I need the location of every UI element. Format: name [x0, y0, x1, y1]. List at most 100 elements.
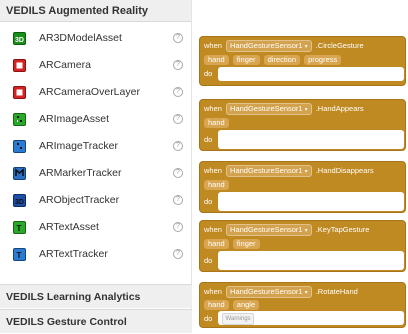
component-item-arcamera[interactable]: ARCamera ?	[0, 55, 192, 77]
event-name: .RotateHand	[315, 287, 358, 296]
warnings-indicator[interactable]: Warnings	[222, 313, 254, 325]
param-hand[interactable]: hand	[204, 55, 229, 65]
marker-tracker-icon	[13, 167, 26, 180]
component-list: 3D AR3DModelAsset ? ARCamera ? ARCameraO…	[0, 22, 191, 283]
sensor-name: HandGestureSensor1	[230, 41, 303, 50]
block-params: hand finger	[204, 237, 262, 250]
sensor-dropdown[interactable]: HandGestureSensor1 ▾	[226, 103, 312, 115]
text-asset-icon: T	[13, 221, 26, 234]
sensor-name: HandGestureSensor1	[230, 166, 303, 175]
help-icon[interactable]: ?	[173, 195, 183, 205]
dropdown-arrow-icon: ▾	[304, 107, 308, 113]
block-params: hand angle	[204, 298, 261, 311]
svg-text:T: T	[17, 224, 22, 233]
help-icon[interactable]: ?	[173, 222, 183, 232]
param-hand[interactable]: hand	[204, 180, 229, 190]
event-name: .HandDisappears	[315, 166, 374, 175]
when-keyword: when	[204, 166, 222, 175]
do-keyword: do	[204, 314, 213, 323]
do-keyword: do	[204, 69, 213, 78]
help-icon[interactable]: ?	[173, 87, 183, 97]
svg-text:T: T	[17, 251, 22, 260]
param-hand[interactable]: hand	[204, 118, 229, 128]
sensor-name: HandGestureSensor1	[230, 225, 303, 234]
event-block-key-tap-gesture[interactable]: when HandGestureSensor1 ▾ .KeyTapGesture …	[199, 220, 406, 272]
event-block-hand-disappears[interactable]: when HandGestureSensor1 ▾ .HandDisappears…	[199, 161, 406, 213]
param-hand[interactable]: hand	[204, 300, 229, 310]
svg-text:3D: 3D	[15, 37, 24, 44]
component-item-arimageasset[interactable]: ARImageAsset ?	[0, 109, 192, 131]
component-label: ARTextTracker	[39, 248, 108, 260]
event-name: .HandAppears	[315, 104, 364, 113]
image-asset-icon	[13, 113, 26, 126]
do-slot[interactable]	[218, 130, 404, 149]
param-finger[interactable]: finger	[232, 55, 260, 65]
dropdown-arrow-icon: ▾	[304, 290, 308, 296]
camera-icon	[13, 59, 26, 72]
param-hand[interactable]: hand	[204, 239, 229, 249]
component-label: AR3DModelAsset	[39, 32, 122, 44]
param-direction[interactable]: direction	[263, 55, 300, 65]
image-tracker-icon	[13, 140, 26, 153]
dropdown-arrow-icon: ▾	[304, 228, 308, 234]
param-angle[interactable]: angle	[232, 300, 260, 310]
component-label: ARTextAsset	[39, 221, 99, 233]
help-icon[interactable]: ?	[173, 249, 183, 259]
do-slot[interactable]	[218, 251, 404, 270]
component-item-arimagetracker[interactable]: ARImageTracker ?	[0, 136, 192, 158]
help-icon[interactable]: ?	[173, 60, 183, 70]
dropdown-arrow-icon: ▾	[304, 169, 308, 175]
text-tracker-icon: T	[13, 248, 26, 261]
3d-model-icon: 3D	[13, 32, 26, 45]
blocks-workspace[interactable]: when HandGestureSensor1 ▾ .CircleGesture …	[193, 0, 408, 333]
block-params: hand	[204, 116, 231, 129]
component-item-armarkertracker[interactable]: ARMarkerTracker ?	[0, 163, 192, 185]
svg-text:3D: 3D	[15, 199, 24, 206]
help-icon[interactable]: ?	[173, 168, 183, 178]
help-icon[interactable]: ?	[173, 33, 183, 43]
event-name: .CircleGesture	[315, 41, 364, 50]
sensor-dropdown[interactable]: HandGestureSensor1 ▾	[226, 40, 312, 52]
do-keyword: do	[204, 135, 213, 144]
help-icon[interactable]: ?	[173, 141, 183, 151]
event-block-hand-appears[interactable]: when HandGestureSensor1 ▾ .HandAppears ha…	[199, 99, 406, 151]
component-palette: VEDILS Augmented Reality 3D AR3DModelAss…	[0, 0, 192, 333]
do-slot[interactable]	[218, 67, 404, 81]
event-block-circle-gesture[interactable]: when HandGestureSensor1 ▾ .CircleGesture …	[199, 36, 406, 86]
when-keyword: when	[204, 287, 222, 296]
component-label: ARMarkerTracker	[39, 167, 122, 179]
sensor-name: HandGestureSensor1	[230, 104, 303, 113]
param-progress[interactable]: progress	[304, 55, 342, 65]
dropdown-arrow-icon: ▾	[304, 44, 308, 50]
component-label: ARCamera	[39, 59, 91, 71]
block-header: when HandGestureSensor1 ▾ .CircleGesture	[204, 39, 364, 52]
component-label: ARCameraOverLayer	[39, 86, 140, 98]
drawer-header-augmented-reality[interactable]: VEDILS Augmented Reality	[0, 0, 191, 22]
object-tracker-icon: 3D	[13, 194, 26, 207]
camera-overlayer-icon	[13, 86, 26, 99]
drawer-learning-analytics[interactable]: VEDILS Learning Analytics	[0, 284, 192, 308]
do-slot[interactable]	[218, 192, 404, 211]
when-keyword: when	[204, 104, 222, 113]
block-header: when HandGestureSensor1 ▾ .HandAppears	[204, 102, 364, 115]
param-finger[interactable]: finger	[232, 239, 260, 249]
help-icon[interactable]: ?	[173, 114, 183, 124]
component-item-ar3dmodelasset[interactable]: 3D AR3DModelAsset ?	[0, 28, 192, 50]
component-item-artexttracker[interactable]: T ARTextTracker ?	[0, 244, 192, 266]
component-item-arobjecttracker[interactable]: 3D ARObjectTracker ?	[0, 190, 192, 212]
block-header: when HandGestureSensor1 ▾ .RotateHand	[204, 285, 358, 298]
component-item-artextasset[interactable]: T ARTextAsset ?	[0, 217, 192, 239]
drawer-gesture-control[interactable]: VEDILS Gesture Control	[0, 309, 192, 333]
block-header: when HandGestureSensor1 ▾ .HandDisappears	[204, 164, 374, 177]
sensor-dropdown[interactable]: HandGestureSensor1 ▾	[226, 286, 312, 298]
component-item-arcameraoverlayer[interactable]: ARCameraOverLayer ?	[0, 82, 192, 104]
component-label: ARImageTracker	[39, 140, 118, 152]
block-params: hand	[204, 178, 231, 191]
do-keyword: do	[204, 256, 213, 265]
event-name: .KeyTapGesture	[315, 225, 370, 234]
event-block-rotate-hand[interactable]: when HandGestureSensor1 ▾ .RotateHand han…	[199, 282, 406, 328]
when-keyword: when	[204, 41, 222, 50]
sensor-dropdown[interactable]: HandGestureSensor1 ▾	[226, 165, 312, 177]
sensor-dropdown[interactable]: HandGestureSensor1 ▾	[226, 224, 312, 236]
block-header: when HandGestureSensor1 ▾ .KeyTapGesture	[204, 223, 369, 236]
